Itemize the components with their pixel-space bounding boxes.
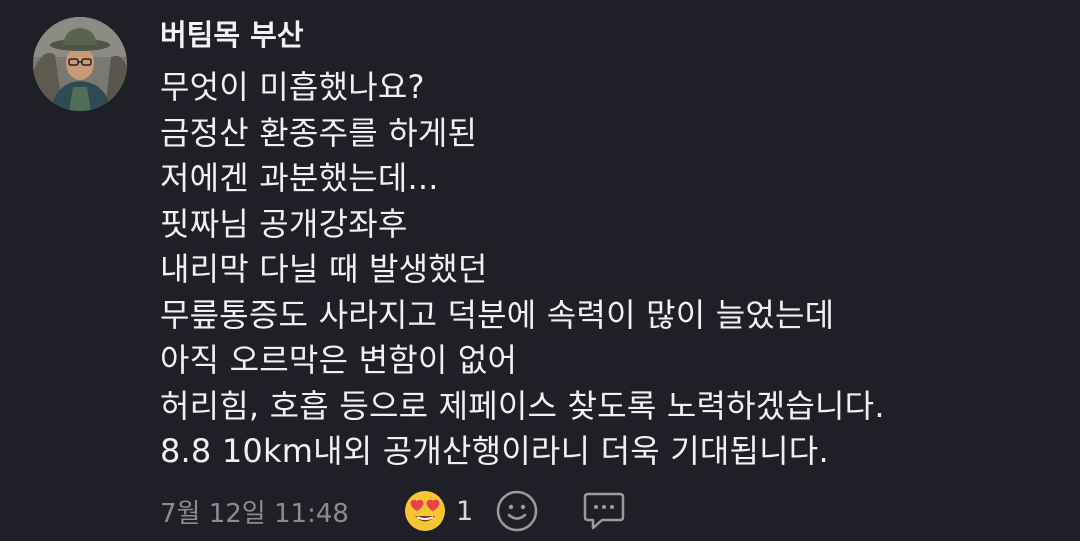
reaction-count: 1 [456, 495, 474, 527]
comment-line: 아직 오르막은 변함이 없어 [160, 341, 518, 379]
avatar-photo [33, 17, 127, 111]
reply-button[interactable] [582, 490, 626, 532]
comment-line: 핏짜님 공개강좌후 [160, 204, 408, 243]
comment-line: 무릎통증도 사라지고 덕분에 속력이 많이 늘었는데 [160, 295, 835, 334]
reaction-button[interactable]: 1 [404, 490, 473, 532]
comment-line: 무엇이 미흡했나요? [160, 68, 425, 106]
comment-card: 버팀목 부산 무엇이 미흡했나요? 금정산 환종주를 하게된 저에겐 과분했는데… [0, 0, 1080, 541]
comment-line: 저에겐 과분했는데... [160, 159, 439, 197]
speech-bubble-icon [583, 492, 625, 530]
comment-line: 허리힘, 호흡 등으로 제페이스 찾도록 노력하겠습니다. [160, 386, 885, 425]
avatar[interactable] [33, 17, 127, 111]
timestamp: 7월 12일 11:48 [160, 498, 349, 529]
heart-eyes-emoji-icon [405, 491, 445, 531]
comment-line: 8.8 10km내외 공개산행이라니 더욱 기대됩니다. [160, 432, 829, 470]
comment-line: 금정산 환종주를 하게된 [160, 113, 478, 152]
author-name[interactable]: 버팀목 부산 [160, 14, 304, 56]
comment-line: 내리막 다닐 때 발생했던 [160, 250, 488, 288]
smiley-outline-icon [496, 490, 538, 532]
comment-meta: 7월 12일 11:48 1 [160, 488, 626, 534]
add-reaction-button[interactable] [496, 490, 538, 532]
comment-body: 무엇이 미흡했나요? 금정산 환종주를 하게된 저에겐 과분했는데... 핏짜님… [160, 65, 885, 475]
